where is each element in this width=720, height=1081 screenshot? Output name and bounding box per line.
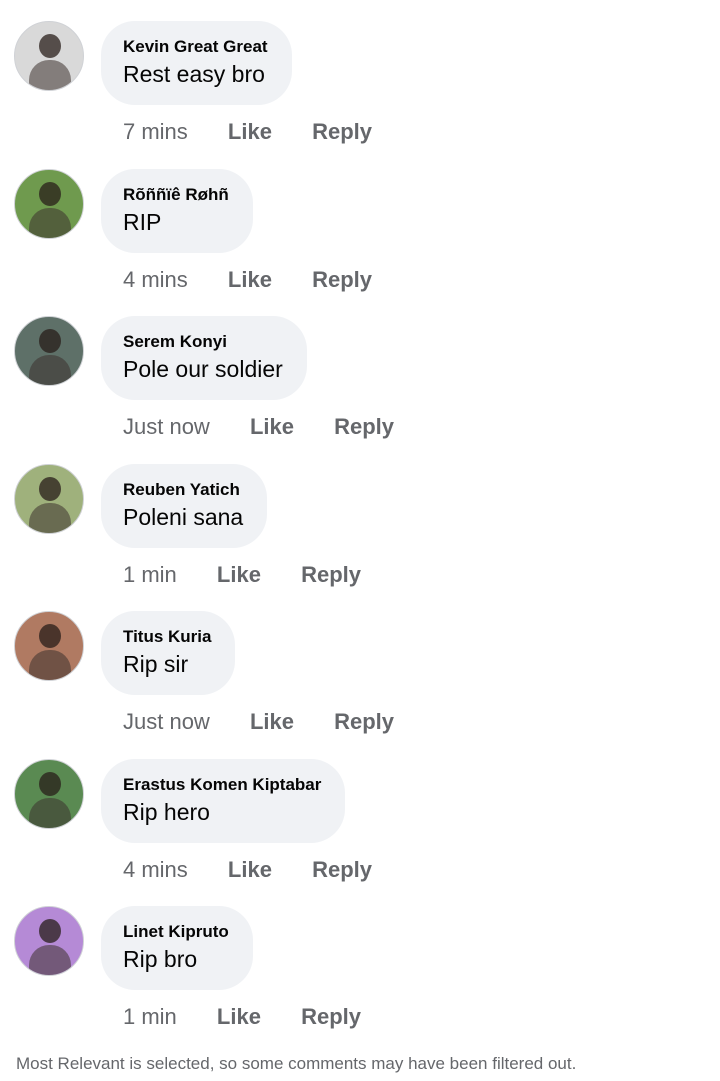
comment-actions: Just now Like Reply [123, 709, 394, 735]
comment-bubble: Kevin Great Great Rest easy bro [101, 21, 292, 105]
comment-timestamp[interactable]: Just now [123, 414, 210, 440]
filter-notice: Most Relevant is selected, so some comme… [16, 1054, 577, 1073]
comment-timestamp[interactable]: 4 mins [123, 267, 188, 293]
avatar-body-shape [29, 650, 71, 680]
comment-timestamp[interactable]: 1 min [123, 562, 177, 588]
comment-item: Titus Kuria Rip sir Just now Like Reply [0, 590, 720, 737]
comment-actions: 1 min Like Reply [123, 1004, 361, 1030]
avatar-body-shape [29, 355, 71, 385]
comment-item: Rõññïê Røhñ RIP 4 mins Like Reply [0, 147, 720, 294]
reply-button[interactable]: Reply [312, 857, 372, 883]
reply-button[interactable]: Reply [301, 562, 361, 588]
avatar[interactable] [14, 169, 84, 239]
comment-timestamp[interactable]: 4 mins [123, 857, 188, 883]
like-button[interactable]: Like [250, 709, 294, 735]
avatar[interactable] [14, 316, 84, 386]
comment-item: Reuben Yatich Poleni sana 1 min Like Rep… [0, 442, 720, 589]
avatar[interactable] [14, 759, 84, 829]
comment-author[interactable]: Kevin Great Great [123, 37, 268, 57]
reply-button[interactable]: Reply [301, 1004, 361, 1030]
comment-actions: 4 mins Like Reply [123, 267, 372, 293]
comment-timestamp[interactable]: Just now [123, 709, 210, 735]
comment-item: Serem Konyi Pole our soldier Just now Li… [0, 295, 720, 442]
like-button[interactable]: Like [228, 857, 272, 883]
comment-author[interactable]: Reuben Yatich [123, 480, 243, 500]
avatar[interactable] [14, 611, 84, 681]
comment-author[interactable]: Linet Kipruto [123, 922, 229, 942]
avatar[interactable] [14, 464, 84, 534]
comment-author[interactable]: Titus Kuria [123, 627, 211, 647]
like-button[interactable]: Like [250, 414, 294, 440]
avatar-head-shape [39, 772, 61, 796]
avatar-head-shape [39, 329, 61, 353]
comment-item: Linet Kipruto Rip bro 1 min Like Reply [0, 885, 720, 1032]
avatar[interactable] [14, 906, 84, 976]
comment-bubble: Rõññïê Røhñ RIP [101, 169, 253, 253]
comment-text: Poleni sana [123, 504, 244, 530]
avatar-head-shape [39, 477, 61, 501]
comment-text: Pole our soldier [123, 356, 283, 382]
reply-button[interactable]: Reply [312, 119, 372, 145]
avatar-body-shape [29, 798, 71, 828]
comment-actions: Just now Like Reply [123, 414, 394, 440]
comment-text: RIP [123, 209, 162, 235]
like-button[interactable]: Like [228, 267, 272, 293]
like-button[interactable]: Like [228, 119, 272, 145]
comment-timestamp[interactable]: 1 min [123, 1004, 177, 1030]
comment-actions: 7 mins Like Reply [123, 119, 372, 145]
comment-bubble: Erastus Komen Kiptabar Rip hero [101, 759, 346, 843]
comment-bubble: Reuben Yatich Poleni sana [101, 464, 268, 548]
comment-item: Erastus Komen Kiptabar Rip hero 4 mins L… [0, 737, 720, 884]
reply-button[interactable]: Reply [334, 414, 394, 440]
comment-bubble: Serem Konyi Pole our soldier [101, 316, 307, 400]
comment-bubble: Linet Kipruto Rip bro [101, 906, 253, 990]
comment-text: Rip bro [123, 946, 198, 972]
reply-button[interactable]: Reply [334, 709, 394, 735]
avatar[interactable] [14, 21, 84, 91]
comment-author[interactable]: Erastus Komen Kiptabar [123, 775, 321, 795]
comment-actions: 1 min Like Reply [123, 562, 361, 588]
avatar-body-shape [29, 208, 71, 238]
comment-author[interactable]: Serem Konyi [123, 332, 283, 352]
comment-timestamp[interactable]: 7 mins [123, 119, 188, 145]
comment-text: Rest easy bro [123, 61, 265, 87]
comment-actions: 4 mins Like Reply [123, 857, 372, 883]
comment-item: Kevin Great Great Rest easy bro 7 mins L… [0, 0, 720, 147]
comment-author[interactable]: Rõññïê Røhñ [123, 185, 229, 205]
avatar-head-shape [39, 182, 61, 206]
avatar-head-shape [39, 624, 61, 648]
avatar-head-shape [39, 34, 61, 58]
comment-text: Rip hero [123, 799, 210, 825]
avatar-head-shape [39, 919, 61, 943]
reply-button[interactable]: Reply [312, 267, 372, 293]
comment-text: Rip sir [123, 651, 189, 677]
avatar-body-shape [29, 503, 71, 533]
avatar-body-shape [29, 945, 71, 975]
comment-bubble: Titus Kuria Rip sir [101, 611, 236, 695]
like-button[interactable]: Like [217, 562, 261, 588]
like-button[interactable]: Like [217, 1004, 261, 1030]
avatar-body-shape [29, 60, 71, 90]
